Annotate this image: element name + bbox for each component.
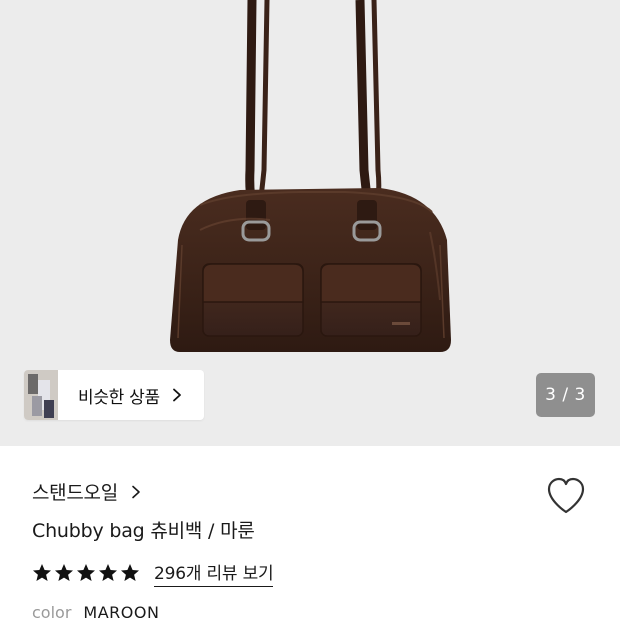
product-image-gallery[interactable]: 비슷한 상품 3 / 3 [0, 0, 620, 446]
similar-products-button[interactable]: 비슷한 상품 [24, 370, 204, 420]
rating-row: 296개 리뷰 보기 [32, 559, 274, 587]
chevron-right-icon [172, 388, 181, 402]
star-icon [55, 564, 73, 581]
image-counter: 3 / 3 [536, 373, 595, 417]
product-title: Chubby bag 츄비백 / 마룬 [32, 520, 255, 542]
color-row: color MAROON [32, 603, 159, 620]
rating-stars [32, 563, 140, 583]
heart-icon[interactable] [545, 476, 587, 516]
reviews-link[interactable]: 296개 리뷰 보기 [154, 559, 274, 587]
star-icon [33, 564, 51, 581]
brand-link[interactable]: 스탠드오일 [32, 478, 142, 505]
star-icon [121, 564, 139, 581]
similar-products-label: 비슷한 상품 [78, 387, 160, 408]
brand-name: 스탠드오일 [32, 482, 118, 504]
color-value: MAROON [83, 603, 160, 620]
color-label: color [32, 603, 72, 620]
chevron-right-icon [132, 485, 140, 498]
star-icon [99, 564, 117, 581]
star-icon [77, 564, 95, 581]
similar-product-thumbnail [24, 370, 58, 420]
